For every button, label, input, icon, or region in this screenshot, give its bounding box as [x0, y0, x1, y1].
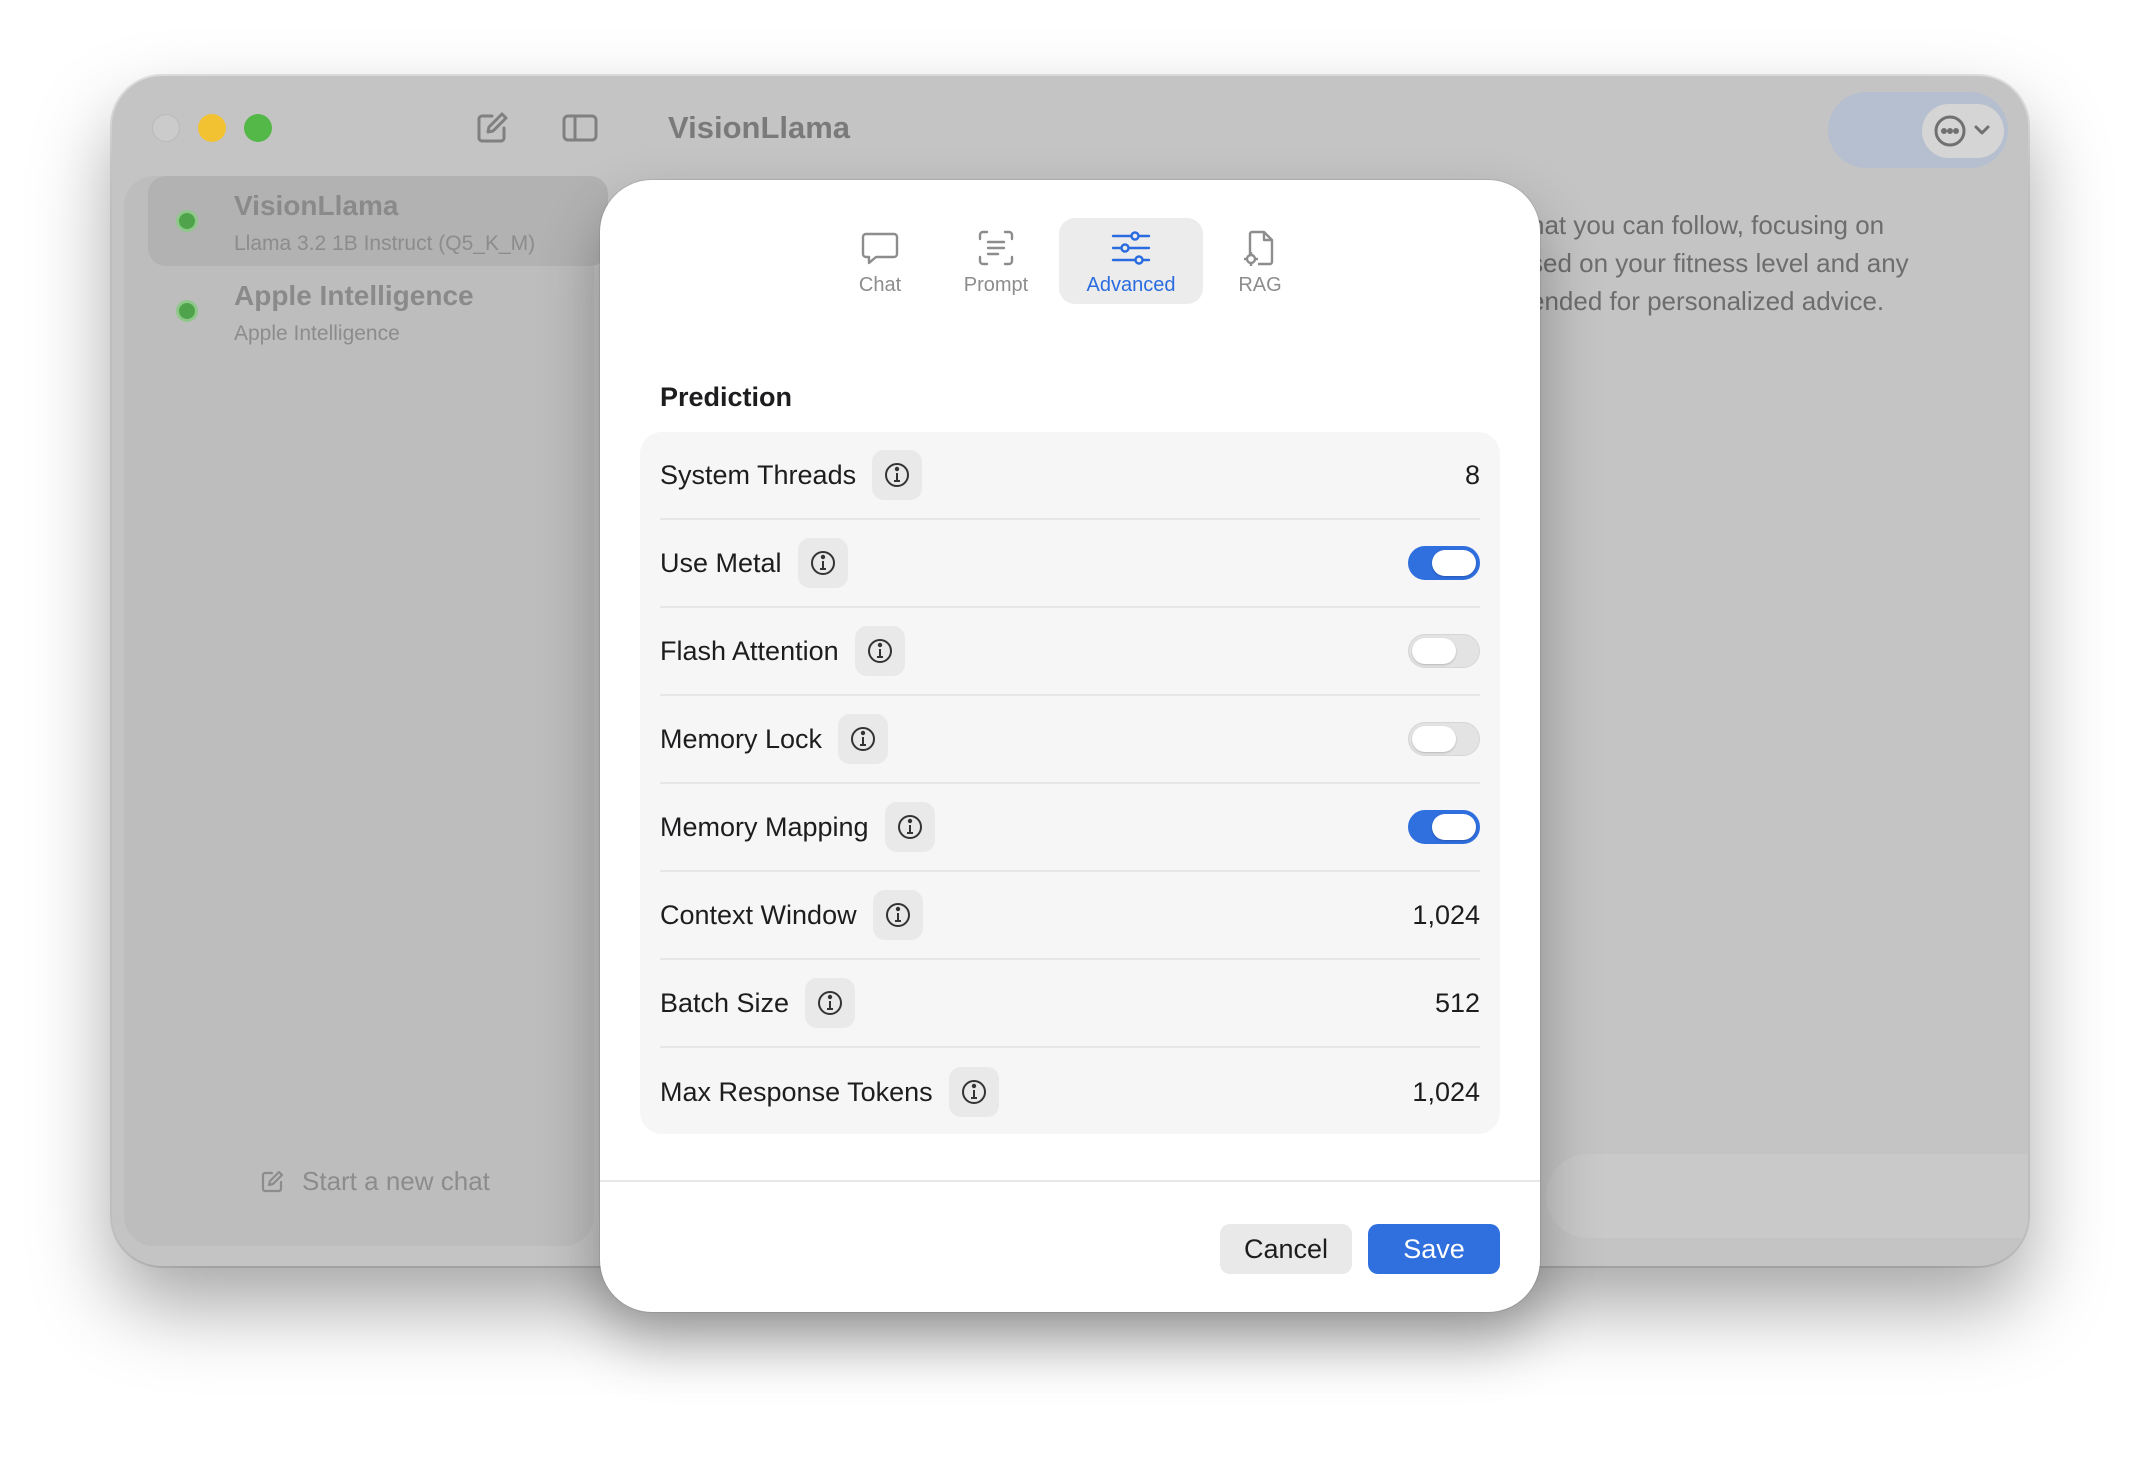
footer-divider: [600, 1180, 1540, 1182]
info-icon[interactable]: [948, 1067, 999, 1117]
window-minimize-button[interactable]: [198, 114, 226, 142]
chat-message-line: sed on your fitness level and any: [1530, 248, 1909, 278]
info-icon[interactable]: [838, 714, 889, 764]
info-icon[interactable]: [872, 450, 923, 500]
window-zoom-button[interactable]: [244, 114, 272, 142]
save-button[interactable]: Save: [1368, 1224, 1500, 1274]
setting-row-batch-size: Batch Size 512: [660, 960, 1480, 1048]
prompt-icon: [978, 230, 1014, 266]
sidebar-item-name: VisionLlama: [234, 190, 399, 221]
cancel-button[interactable]: Cancel: [1220, 1224, 1352, 1274]
tab-rag[interactable]: RAG: [1196, 218, 1324, 304]
system-threads-value[interactable]: 8: [1465, 460, 1480, 491]
section-title: Prediction: [660, 382, 793, 412]
start-new-chat-label: Start a new chat: [302, 1166, 490, 1196]
setting-row-use-metal: Use Metal: [660, 520, 1480, 608]
setting-row-system-threads: System Threads 8: [660, 432, 1480, 520]
setting-row-memory-lock: Memory Lock: [660, 696, 1480, 784]
sidebar-item-apple-intelligence[interactable]: Apple Intelligence Apple Intelligence: [148, 266, 608, 356]
batch-size-value[interactable]: 512: [1435, 988, 1480, 1019]
setting-label: Max Response Tokens: [660, 1076, 933, 1107]
info-icon[interactable]: [884, 802, 935, 852]
flash-attention-toggle[interactable]: [1408, 634, 1480, 668]
status-dot: [176, 210, 198, 232]
setting-label: System Threads: [660, 459, 857, 490]
setting-label: Use Metal: [660, 547, 782, 578]
document-gear-icon: [1244, 230, 1274, 266]
compose-icon[interactable]: [472, 108, 512, 148]
info-icon[interactable]: [854, 626, 905, 676]
status-dot: [176, 300, 198, 322]
tab-bar: Chat Prompt Advanced RAG: [600, 218, 1540, 308]
toggle-knob: [1412, 726, 1456, 752]
tab-chat[interactable]: Chat: [816, 218, 944, 304]
sidebar-toggle-icon[interactable]: [560, 108, 600, 148]
setting-label: Context Window: [660, 899, 857, 930]
window-close-button[interactable]: [152, 114, 180, 142]
use-metal-toggle[interactable]: [1408, 546, 1480, 580]
sidebar-item-visionllama[interactable]: VisionLlama Llama 3.2 1B Instruct (Q5_K_…: [148, 176, 608, 266]
info-icon[interactable]: [872, 890, 923, 940]
chat-input[interactable]: [1546, 1154, 2028, 1238]
settings-group: System Threads 8 Use Metal Flash Attenti…: [640, 432, 1500, 1134]
tab-advanced[interactable]: Advanced: [1059, 218, 1203, 304]
compose-icon: [261, 1170, 284, 1192]
chat-bubble-icon: [861, 232, 899, 265]
setting-row-context-window: Context Window 1,024: [660, 872, 1480, 960]
toggle-knob: [1432, 550, 1476, 576]
settings-dialog: Chat Prompt Advanced RAG Prediction Syst…: [600, 180, 1540, 1312]
memory-lock-toggle[interactable]: [1408, 722, 1480, 756]
start-new-chat-button[interactable]: Start a new chat: [258, 1166, 490, 1197]
window-title: VisionLlama: [668, 110, 851, 145]
chat-message-line: hat you can follow, focusing on: [1530, 210, 1885, 240]
tab-label: Prompt: [963, 274, 1029, 296]
setting-row-memory-mapping: Memory Mapping: [660, 784, 1480, 872]
chat-message: hat you can follow, focusing on sed on y…: [1530, 206, 2028, 320]
toggle-knob: [1412, 638, 1456, 664]
sidebar-item-subtitle: Llama 3.2 1B Instruct (Q5_K_M): [234, 232, 536, 255]
tab-prompt[interactable]: Prompt: [932, 218, 1060, 304]
setting-row-max-response-tokens: Max Response Tokens 1,024: [660, 1048, 1480, 1136]
info-icon[interactable]: [805, 978, 856, 1028]
sidebar-item-name: Apple Intelligence: [234, 280, 474, 311]
sidebar: VisionLlama Llama 3.2 1B Instruct (Q5_K_…: [124, 176, 608, 1246]
more-options-icon[interactable]: [1922, 104, 2004, 158]
setting-label: Memory Mapping: [660, 811, 869, 842]
sidebar-item-subtitle: Apple Intelligence: [234, 322, 400, 345]
tab-label: Chat: [858, 274, 902, 296]
max-response-tokens-value[interactable]: 1,024: [1412, 1077, 1480, 1108]
setting-label: Memory Lock: [660, 723, 823, 754]
tab-label: Advanced: [1086, 274, 1176, 296]
sliders-icon: [1111, 231, 1151, 265]
setting-label: Flash Attention: [660, 635, 839, 666]
toggle-knob: [1432, 814, 1476, 840]
chat-message-line: ended for personalized advice.: [1530, 286, 1885, 316]
context-window-value[interactable]: 1,024: [1412, 900, 1480, 931]
setting-row-flash-attention: Flash Attention: [660, 608, 1480, 696]
setting-label: Batch Size: [660, 987, 790, 1018]
memory-mapping-toggle[interactable]: [1408, 810, 1480, 844]
tab-label: RAG: [1238, 274, 1282, 296]
info-icon[interactable]: [797, 538, 848, 588]
